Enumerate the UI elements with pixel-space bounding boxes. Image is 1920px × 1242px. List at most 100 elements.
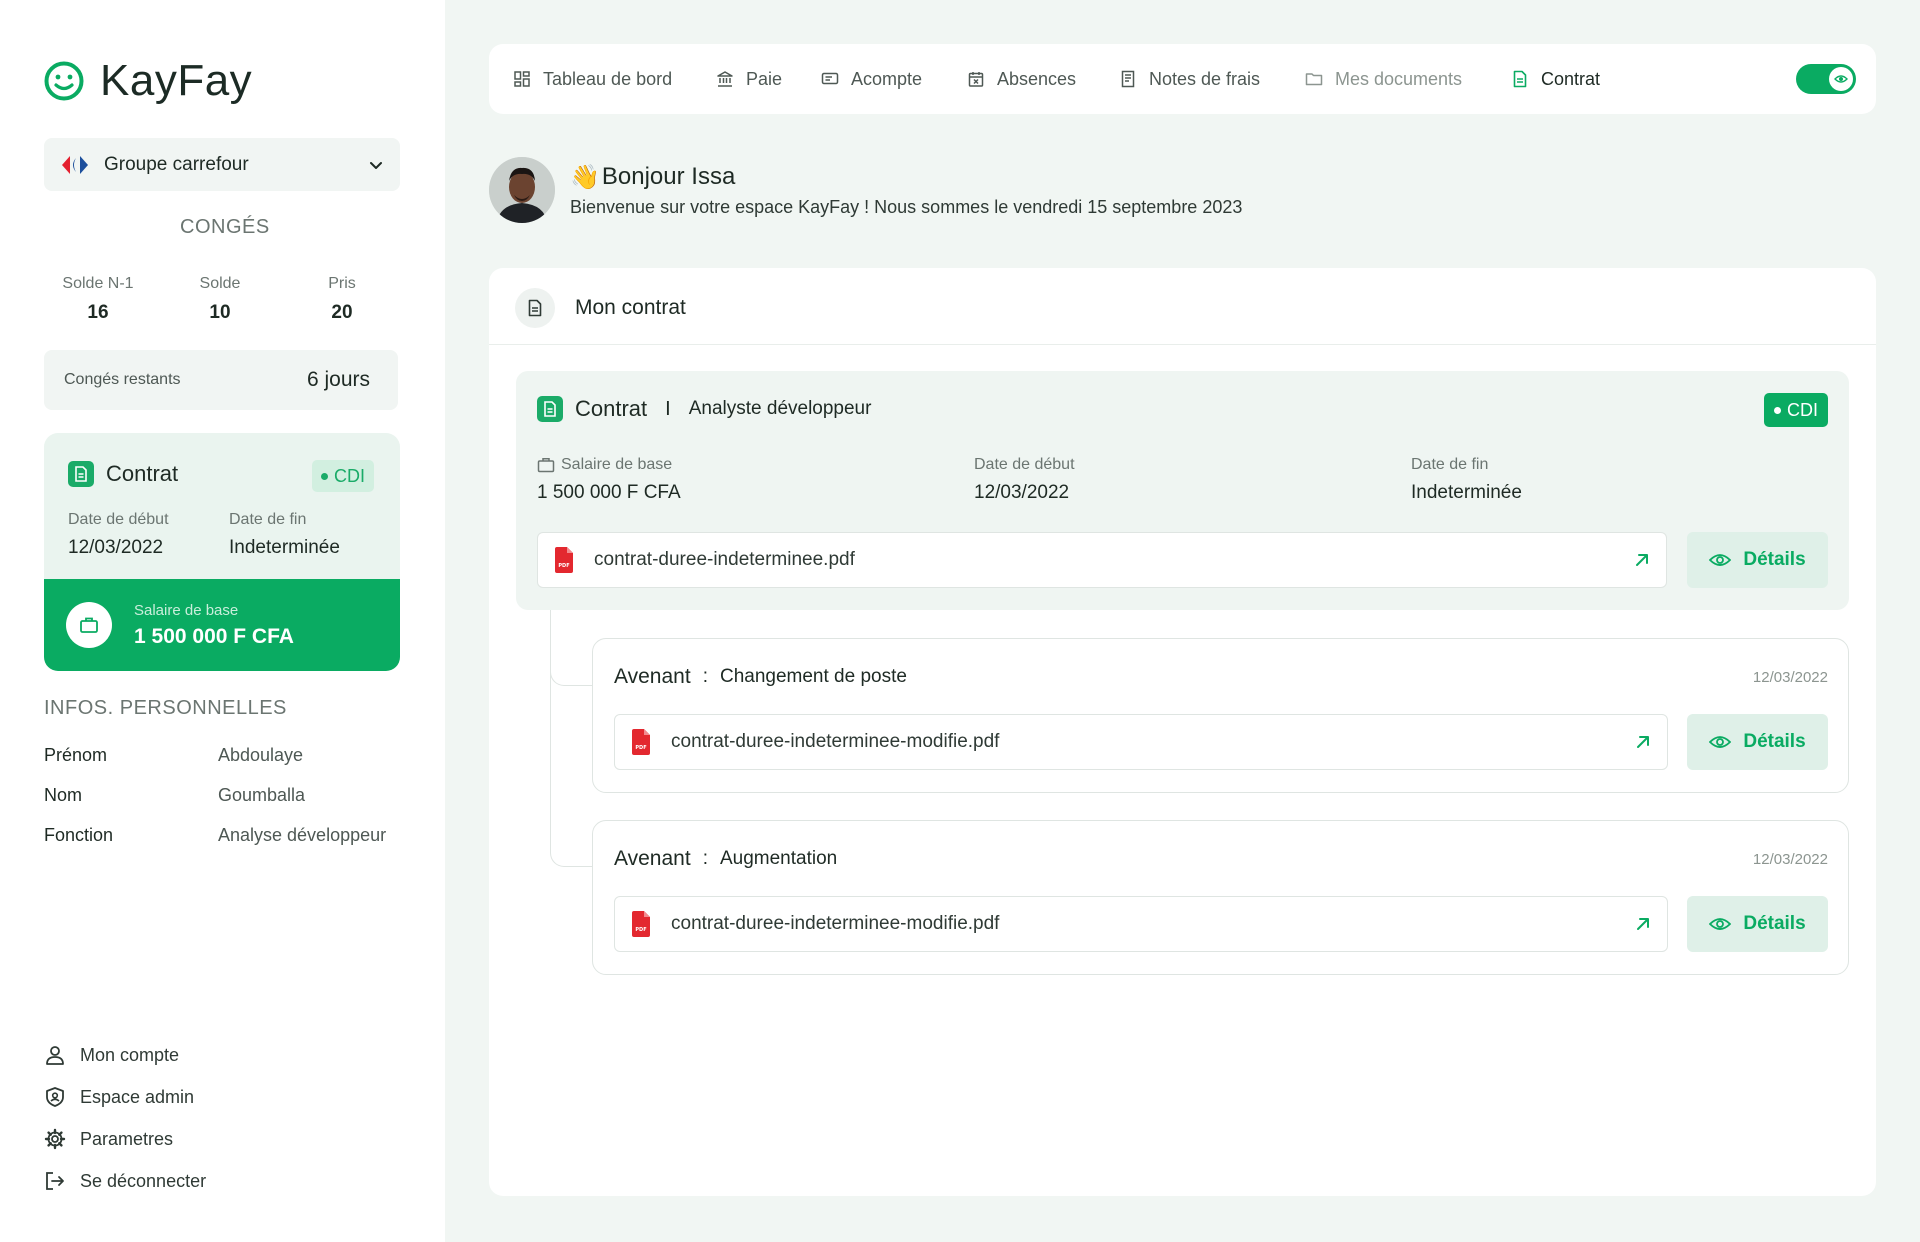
info-row: Prénom Abdoulaye [44, 745, 303, 766]
tab-payroll[interactable]: Paie [716, 44, 782, 114]
app-logo[interactable]: KayFay [44, 56, 252, 106]
amendment-title: Avenant [614, 665, 691, 688]
logout-icon [44, 1170, 66, 1192]
amendment-file[interactable]: PDF contrat-duree-indeterminee-modifie.p… [614, 896, 1668, 952]
amendment-colon: : [702, 666, 708, 687]
contract-salary: Salaire de base 1 500 000 F CFA [537, 456, 681, 504]
eye-icon [1709, 735, 1732, 749]
tab-label: Absences [997, 68, 1077, 89]
info-value: Abdoulaye [218, 745, 304, 765]
nav-settings[interactable]: Parametres [44, 1128, 173, 1150]
amendment-title: Avenant [614, 847, 691, 870]
pdf-icon: PDF [554, 547, 574, 573]
nav-label: Parametres [80, 1128, 174, 1149]
avatar[interactable] [489, 157, 555, 223]
salary-value: 1 500 000 F CFA [134, 624, 294, 648]
contract-start: Date de début 12/03/2022 [974, 456, 1075, 504]
nav-label: Mon compte [80, 1044, 180, 1065]
waving-hand-icon: 👋 [570, 163, 600, 191]
open-external-icon[interactable] [1634, 552, 1650, 568]
nav-label: Se déconnecter [80, 1170, 207, 1191]
eye-icon [1829, 67, 1853, 91]
amendment-date: 12/03/2022 [1752, 851, 1828, 868]
leave-stat-label: Pris [328, 275, 356, 292]
amendment-subject: Changement de poste [719, 666, 907, 687]
company-name: Groupe carrefour [104, 153, 249, 175]
svg-text:PDF: PDF [558, 563, 569, 569]
pdf-icon: PDF [631, 729, 651, 755]
svg-text:PDF: PDF [635, 745, 646, 751]
tab-dashboard[interactable]: Tableau de bord [513, 44, 672, 114]
receipt-icon [1119, 70, 1137, 88]
smiley-logo-icon [44, 61, 84, 101]
details-label: Détails [1743, 731, 1806, 752]
nav-admin-space[interactable]: Espace admin [44, 1086, 194, 1108]
details-label: Détails [1743, 549, 1806, 570]
chevron-down-icon[interactable] [368, 157, 384, 173]
contract-end-value: Indeterminée [1411, 482, 1522, 503]
contract-card: Contrat I Analyste développeur CDI Salai… [516, 371, 1849, 610]
nav-logout[interactable]: Se déconnecter [44, 1170, 206, 1192]
app-name: KayFay [100, 56, 253, 105]
document-icon [68, 461, 94, 487]
contract-type-label: CDI [334, 465, 365, 486]
info-row: Nom Goumballa [44, 785, 305, 806]
details-button[interactable]: Détails [1687, 896, 1828, 952]
user-icon [44, 1044, 66, 1066]
tab-label: Notes de frais [1149, 68, 1261, 89]
open-external-icon[interactable] [1635, 916, 1651, 932]
leave-remaining-label: Congés restants [64, 371, 181, 388]
contract-start: Date de début 12/03/2022 [68, 511, 169, 559]
leave-section-title: CONGÉS [180, 216, 270, 238]
open-external-icon[interactable] [1635, 734, 1651, 750]
status-dot-icon [321, 472, 328, 480]
visibility-toggle[interactable] [1796, 64, 1856, 94]
tab-label: Mes documents [1335, 68, 1463, 89]
salary-value: 1 500 000 F CFA [537, 482, 681, 503]
pdf-icon: PDF [631, 911, 651, 937]
details-button[interactable]: Détails [1687, 532, 1828, 588]
contract-file[interactable]: PDF contrat-duree-indeterminee.pdf [537, 532, 1667, 588]
nav-my-account[interactable]: Mon compte [44, 1044, 179, 1066]
amendment-subject: Augmentation [719, 848, 838, 869]
sidebar-contract-card[interactable]: Contrat CDI Date de début 12/03/2022 Dat… [44, 433, 400, 671]
tab-advance[interactable]: Acompte [821, 44, 922, 114]
contract-start-value: 12/03/2022 [974, 482, 1070, 503]
contract-end: Date de fin Indeterminée [229, 511, 340, 559]
contract-title: Contrat [575, 396, 648, 421]
title-separator: I [665, 397, 671, 420]
divider [489, 344, 1876, 345]
tab-label: Acompte [851, 68, 923, 89]
eye-icon [1709, 553, 1732, 567]
amendment-file[interactable]: PDF contrat-duree-indeterminee-modifie.p… [614, 714, 1668, 770]
leave-stat-label: Solde [199, 275, 241, 292]
leave-stat: Pris 20 [297, 275, 387, 324]
details-button[interactable]: Détails [1687, 714, 1828, 770]
salary-label: Salaire de base [561, 456, 673, 473]
amendment-date: 12/03/2022 [1752, 669, 1828, 686]
document-icon [515, 288, 555, 328]
contract-panel: Mon contrat Contrat I Analyste développe… [489, 268, 1876, 1196]
greeting-subtitle: Bienvenue sur votre espace KayFay ! Nous… [570, 196, 1243, 217]
salary-label: Salaire de base [134, 601, 239, 619]
contract-start-value: 12/03/2022 [68, 537, 164, 558]
tab-label: Paie [746, 68, 783, 89]
tab-contract[interactable]: Contrat [1511, 44, 1600, 114]
file-name: contrat-duree-indeterminee-modifie.pdf [671, 913, 1000, 934]
file-name: contrat-duree-indeterminee-modifie.pdf [671, 731, 1000, 752]
contract-role: Analyste développeur [688, 398, 872, 419]
tab-expense-notes[interactable]: Notes de frais [1119, 44, 1260, 114]
amendment-card: Avenant : Changement de poste 12/03/2022… [592, 638, 1849, 793]
leave-stat: Solde 10 [175, 275, 265, 324]
company-selector[interactable]: Groupe carrefour [44, 138, 400, 191]
tab-absences[interactable]: Absences [967, 44, 1076, 114]
greeting-title: Bonjour Issa [601, 163, 736, 190]
info-value: Goumballa [218, 785, 306, 805]
tab-my-documents[interactable]: Mes documents [1305, 44, 1462, 114]
sidebar: KayFay Groupe carrefour CONGÉS Solde N-1… [0, 0, 445, 1242]
sidebar-contract-title: Contrat [106, 461, 179, 486]
info-value: Analyse développeur [218, 825, 387, 845]
carrefour-logo-icon [60, 154, 90, 176]
leave-remaining-value: 6 jours [306, 368, 370, 391]
tab-label: Tableau de bord [543, 68, 673, 89]
